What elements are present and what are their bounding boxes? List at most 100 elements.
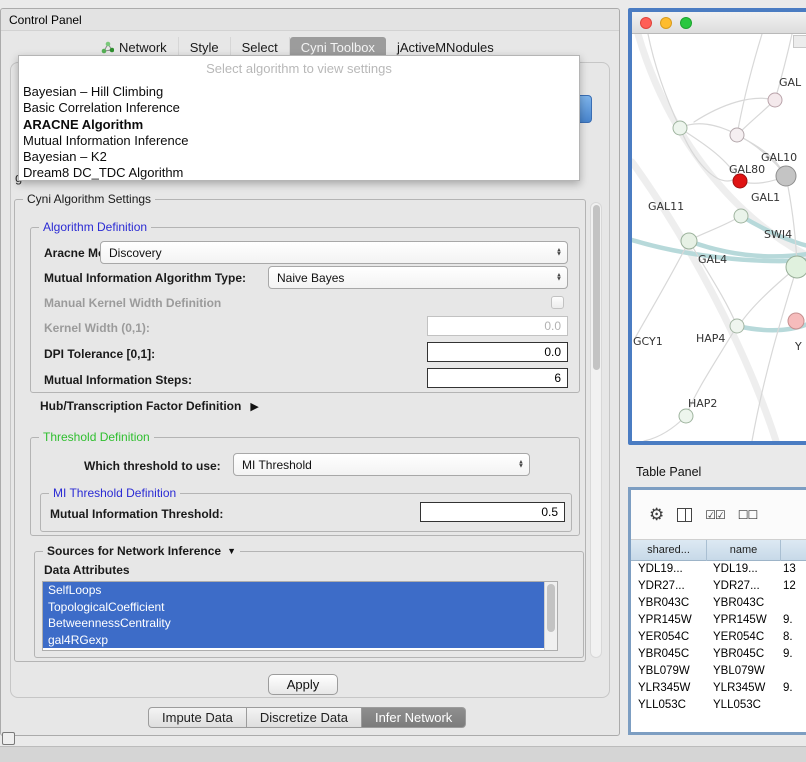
- selected-value: MI Threshold: [242, 458, 312, 472]
- network-canvas-svg: GALGAL10GAL80GAL11GAL1SWI4GAL4GCY1HAP4YH…: [632, 34, 806, 441]
- apply-button[interactable]: Apply: [268, 674, 338, 695]
- network-node-label: GAL10: [761, 151, 797, 164]
- network-edge: [692, 216, 741, 239]
- control-panel-titlebar[interactable]: Control Panel: [1, 9, 619, 31]
- selected-value: Naive Bayes: [277, 271, 344, 285]
- field-value: 0.0: [544, 319, 561, 333]
- table-row[interactable]: YDL19...YDL19...13: [631, 561, 806, 578]
- network-node[interactable]: [788, 313, 804, 329]
- data-attributes-list[interactable]: SelfLoops TopologicalCoefficient Between…: [42, 581, 558, 651]
- mi-algorithm-type-select[interactable]: Naive Bayes: [268, 266, 568, 289]
- table-row[interactable]: YPR145WYPR145W9.: [631, 612, 806, 629]
- table-cell: [781, 595, 806, 612]
- select-all-checkboxes-icon[interactable]: ☑☑: [705, 508, 725, 522]
- network-node[interactable]: [733, 174, 747, 188]
- tab-label: Cyni Toolbox: [301, 40, 375, 55]
- network-node-label: GAL: [779, 76, 802, 89]
- tab-infer-network[interactable]: Infer Network: [362, 707, 466, 728]
- table-cell: YDL19...: [631, 561, 707, 578]
- network-edge: [775, 34, 792, 100]
- algorithm-select-popup: Select algorithm to view settings Bayesi…: [18, 55, 580, 181]
- network-edge: [752, 267, 797, 441]
- list-item-betweennesscentrality[interactable]: BetweennessCentrality: [43, 615, 544, 632]
- table-row[interactable]: YBR043CYBR043C: [631, 595, 806, 612]
- panel-toggle-icon[interactable]: [2, 732, 15, 745]
- column-header-shared-name[interactable]: shared...: [631, 540, 707, 561]
- settings-scrollbar-thumb[interactable]: [593, 205, 600, 370]
- mi-steps-label: Mutual Information Steps:: [44, 373, 192, 387]
- network-window-titlebar[interactable]: [632, 12, 806, 34]
- popup-item-mutual-information[interactable]: Mutual Information Inference: [19, 133, 579, 149]
- table-cell: YDL19...: [707, 561, 781, 578]
- list-item-topologicalcoefficient[interactable]: TopologicalCoefficient: [43, 599, 544, 616]
- table-cell: YLL053C: [631, 697, 707, 714]
- popup-item-basic-correlation[interactable]: Basic Correlation Inference: [19, 100, 579, 116]
- aracne-mode-select[interactable]: Discovery: [100, 241, 568, 264]
- network-node[interactable]: [673, 121, 687, 135]
- table-cell: YDR27...: [707, 578, 781, 595]
- network-node[interactable]: [734, 209, 748, 223]
- settings-scrollbar[interactable]: [590, 202, 602, 658]
- network-node-label: HAP4: [696, 332, 725, 345]
- tab-discretize-data[interactable]: Discretize Data: [247, 707, 362, 728]
- table-row[interactable]: YLL053CYLL053C: [631, 697, 806, 714]
- table-row[interactable]: YDR27...YDR27...12: [631, 578, 806, 595]
- manual-kernel-width-checkbox[interactable]: [551, 296, 564, 309]
- bottom-tab-bar: Impute Data Discretize Data Infer Networ…: [148, 707, 466, 728]
- popup-item-bayesian-hill-climbing[interactable]: Bayesian – Hill Climbing: [19, 84, 579, 100]
- network-node-label: SWI4: [764, 228, 792, 241]
- table-row[interactable]: YBR045CYBR045C9.: [631, 646, 806, 663]
- table-cell: 13: [781, 561, 806, 578]
- network-canvas[interactable]: GALGAL10GAL80GAL11GAL1SWI4GAL4GCY1HAP4YH…: [632, 34, 806, 441]
- popup-item-bayesian-k2[interactable]: Bayesian – K2: [19, 149, 579, 165]
- close-traffic-light[interactable]: [640, 17, 652, 29]
- minimize-traffic-light[interactable]: [660, 17, 672, 29]
- attributes-scrollbar-thumb[interactable]: [547, 584, 555, 632]
- popup-item-dream8[interactable]: Dream8 DC_TDC Algorithm: [19, 165, 579, 181]
- network-node[interactable]: [730, 319, 744, 333]
- table-row[interactable]: YLR345WYLR345W9.: [631, 680, 806, 697]
- network-node[interactable]: [681, 233, 697, 249]
- network-node[interactable]: [730, 128, 744, 142]
- table-cell: YER054C: [707, 629, 781, 646]
- which-threshold-select[interactable]: MI Threshold: [233, 453, 530, 476]
- popup-item-aracne[interactable]: ARACNE Algorithm: [19, 117, 579, 133]
- collapsed-arrow-icon[interactable]: ▶: [250, 400, 258, 413]
- table-cell: [781, 697, 806, 714]
- group-title: MI Threshold Definition: [49, 486, 180, 501]
- list-item-selfloops[interactable]: SelfLoops: [43, 582, 544, 599]
- table-cell: YPR145W: [707, 612, 781, 629]
- network-node[interactable]: [679, 409, 693, 423]
- popup-placeholder: Select algorithm to view settings: [19, 56, 579, 84]
- network-edge: [694, 98, 775, 122]
- expanded-arrow-icon[interactable]: ▼: [227, 544, 236, 559]
- dpi-tolerance-field[interactable]: 0.0: [427, 342, 568, 362]
- tab-label: Select: [242, 40, 278, 55]
- sources-group-title-row[interactable]: Sources for Network Inference ▼: [43, 544, 240, 559]
- deselect-all-checkboxes-icon[interactable]: ☐☐: [738, 508, 758, 522]
- table-cell: YBL079W: [707, 663, 781, 680]
- network-node[interactable]: [776, 166, 796, 186]
- network-node-label: GAL80: [729, 163, 765, 176]
- mi-steps-field[interactable]: 6: [427, 368, 568, 388]
- attributes-scrollbar[interactable]: [544, 582, 557, 650]
- group-title: Cyni Algorithm Settings: [23, 192, 155, 207]
- hub-transcription-factor-section[interactable]: Hub/Transcription Factor Definition ▶: [40, 399, 259, 413]
- column-header-partial[interactable]: [781, 540, 806, 561]
- table-row[interactable]: YBL079WYBL079W: [631, 663, 806, 680]
- column-header-name[interactable]: name: [707, 540, 781, 561]
- table-row[interactable]: YER054CYER054C8.: [631, 629, 806, 646]
- zoom-traffic-light[interactable]: [680, 17, 692, 29]
- network-node[interactable]: [768, 93, 782, 107]
- gear-icon[interactable]: ⚙: [649, 505, 664, 525]
- table-cell: YBR043C: [707, 595, 781, 612]
- table-cell: YLL053C: [707, 697, 781, 714]
- kernel-width-field[interactable]: 0.0: [427, 316, 568, 336]
- column-manager-icon[interactable]: [677, 508, 692, 522]
- list-item-gal4rgexp[interactable]: gal4RGexp: [43, 632, 544, 649]
- tab-impute-data[interactable]: Impute Data: [148, 707, 247, 728]
- network-node[interactable]: [786, 256, 806, 278]
- table-header: shared... name: [631, 540, 806, 561]
- mi-threshold-field[interactable]: 0.5: [420, 502, 565, 522]
- table-cell: YBR045C: [707, 646, 781, 663]
